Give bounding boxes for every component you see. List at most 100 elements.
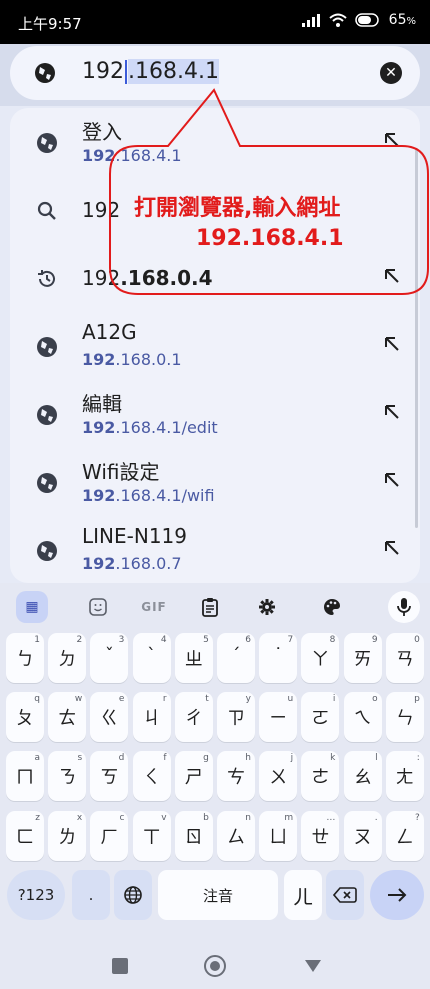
- keyboard-toolbar: ▦ GIF: [0, 583, 430, 629]
- back-button[interactable]: [303, 958, 323, 974]
- clear-input-button[interactable]: ✕: [380, 62, 402, 84]
- key-1[interactable]: ㄅ1: [6, 633, 44, 683]
- key-3[interactable]: ˇ3: [90, 633, 129, 683]
- suggestion-item[interactable]: LINE-N119 192.168.0.7: [10, 516, 420, 583]
- url-autocomplete-text: .168.4.1: [128, 59, 219, 84]
- key-a[interactable]: ㄇa: [6, 751, 44, 801]
- key-w[interactable]: ㄊw: [48, 692, 87, 742]
- key-7[interactable]: ˙ 7: [259, 633, 298, 683]
- home-button[interactable]: [204, 955, 226, 977]
- key-o[interactable]: ㄟo: [343, 692, 382, 742]
- key-?[interactable]: ㄥ?: [385, 811, 424, 861]
- key-5[interactable]: ㄓ5: [174, 633, 213, 683]
- key-8[interactable]: ㄚ8: [301, 633, 340, 683]
- enter-key[interactable]: [370, 870, 424, 920]
- key-4[interactable]: ˋ4: [132, 633, 171, 683]
- key-main-label: ㄢ: [395, 649, 414, 670]
- backspace-key[interactable]: [326, 870, 364, 920]
- key-secondary-label: q: [34, 694, 40, 704]
- suggestion-url: 192.168.0.1: [82, 350, 182, 369]
- key-secondary-label: l: [375, 753, 378, 763]
- key-r[interactable]: ㄐr: [132, 692, 171, 742]
- key-b[interactable]: ㄖb: [174, 811, 213, 861]
- symbols-key[interactable]: ?123: [7, 870, 65, 920]
- space-key[interactable]: 注音: [158, 870, 278, 920]
- key-f[interactable]: ㄑf: [132, 751, 171, 801]
- insert-arrow-icon[interactable]: [382, 334, 402, 354]
- period-key[interactable]: .: [72, 870, 110, 920]
- recents-button[interactable]: [112, 958, 128, 974]
- key-k[interactable]: ㄜk: [301, 751, 340, 801]
- key-secondary-label: ?: [415, 813, 420, 823]
- key-6[interactable]: ˊ6: [217, 633, 255, 683]
- battery-icon: [354, 13, 379, 27]
- key-p[interactable]: ㄣp: [385, 692, 424, 742]
- key-g[interactable]: ㄕg: [174, 751, 213, 801]
- er-key[interactable]: ㄦ: [284, 870, 322, 920]
- key-n[interactable]: ㄙn: [217, 811, 255, 861]
- key-c[interactable]: ㄏc: [90, 811, 129, 861]
- key-s[interactable]: ㄋs: [48, 751, 87, 801]
- clipboard-icon[interactable]: [194, 591, 226, 623]
- search-icon: [37, 201, 56, 220]
- key-secondary-label: h: [245, 753, 251, 763]
- key-…[interactable]: ㄝ…: [301, 811, 340, 861]
- language-key[interactable]: [114, 870, 152, 920]
- key-secondary-label: n: [245, 813, 251, 823]
- suggestion-url: 192.168.4.1/wifi: [82, 486, 215, 505]
- key-t[interactable]: ㄔt: [174, 692, 213, 742]
- key-secondary-label: w: [74, 694, 83, 704]
- key-h[interactable]: ㄘh: [217, 751, 255, 801]
- navigation-bar: [0, 939, 430, 989]
- key-secondary-label: 8: [329, 635, 336, 645]
- wifi-icon: [328, 13, 347, 27]
- apps-grid-icon[interactable]: ▦: [16, 591, 48, 623]
- key-y[interactable]: ㄗy: [217, 692, 255, 742]
- gear-icon[interactable]: [251, 591, 283, 623]
- insert-arrow-icon[interactable]: [382, 402, 402, 422]
- key-secondary-label: y: [245, 694, 251, 704]
- key-secondary-label: :: [416, 753, 420, 763]
- key-secondary-label: t: [205, 694, 209, 704]
- key-main-label: ˇ: [104, 645, 114, 666]
- url-input[interactable]: 192.168.4.1: [82, 59, 219, 84]
- key-j[interactable]: ㄨj: [259, 751, 298, 801]
- key-x[interactable]: ㄌx: [48, 811, 87, 861]
- key-v[interactable]: ㄒv: [132, 811, 171, 861]
- key-d[interactable]: ㄎd: [90, 751, 129, 801]
- mic-icon[interactable]: [388, 591, 420, 623]
- url-typed-text: 192: [82, 59, 124, 84]
- key-secondary-label: 3: [118, 635, 125, 645]
- key-u[interactable]: ㄧu: [259, 692, 298, 742]
- key-9[interactable]: ㄞ9: [343, 633, 382, 683]
- key-q[interactable]: ㄆq: [6, 692, 44, 742]
- palette-icon[interactable]: [316, 591, 348, 623]
- key-main-label: ㄡ: [353, 827, 372, 848]
- key-secondary-label: c: [119, 813, 125, 823]
- key-main-label: ㄓ: [184, 649, 203, 670]
- key-main-label: ㄤ: [395, 767, 414, 788]
- globe-icon: [37, 473, 57, 493]
- suggestion-item[interactable]: 編輯 192.168.4.1/edit: [10, 380, 420, 448]
- key-e[interactable]: ㄍe: [90, 692, 129, 742]
- key-i[interactable]: ㄛi: [301, 692, 340, 742]
- backspace-icon: [333, 887, 357, 903]
- key-main-label: ㄐ: [142, 708, 161, 729]
- key-2[interactable]: ㄉ2: [48, 633, 87, 683]
- key-0[interactable]: ㄢ0: [385, 633, 424, 683]
- sticker-icon[interactable]: [82, 591, 114, 623]
- key-.[interactable]: ㄡ.: [343, 811, 382, 861]
- suggestion-title: Wifi設定: [82, 460, 160, 484]
- insert-arrow-icon[interactable]: [382, 470, 402, 490]
- suggestion-item[interactable]: A12G 192.168.0.1: [10, 312, 420, 380]
- key-m[interactable]: ㄩm: [259, 811, 298, 861]
- key-:[interactable]: ㄤ:: [385, 751, 424, 801]
- globe-icon: [37, 133, 57, 153]
- key-z[interactable]: ㄈz: [6, 811, 44, 861]
- history-icon: [38, 270, 55, 287]
- insert-arrow-icon[interactable]: [382, 538, 402, 558]
- key-l[interactable]: ㄠl: [343, 751, 382, 801]
- gif-button[interactable]: GIF: [138, 591, 170, 623]
- key-secondary-label: m: [284, 813, 294, 823]
- suggestion-item[interactable]: Wifi設定 192.168.4.1/wifi: [10, 448, 420, 516]
